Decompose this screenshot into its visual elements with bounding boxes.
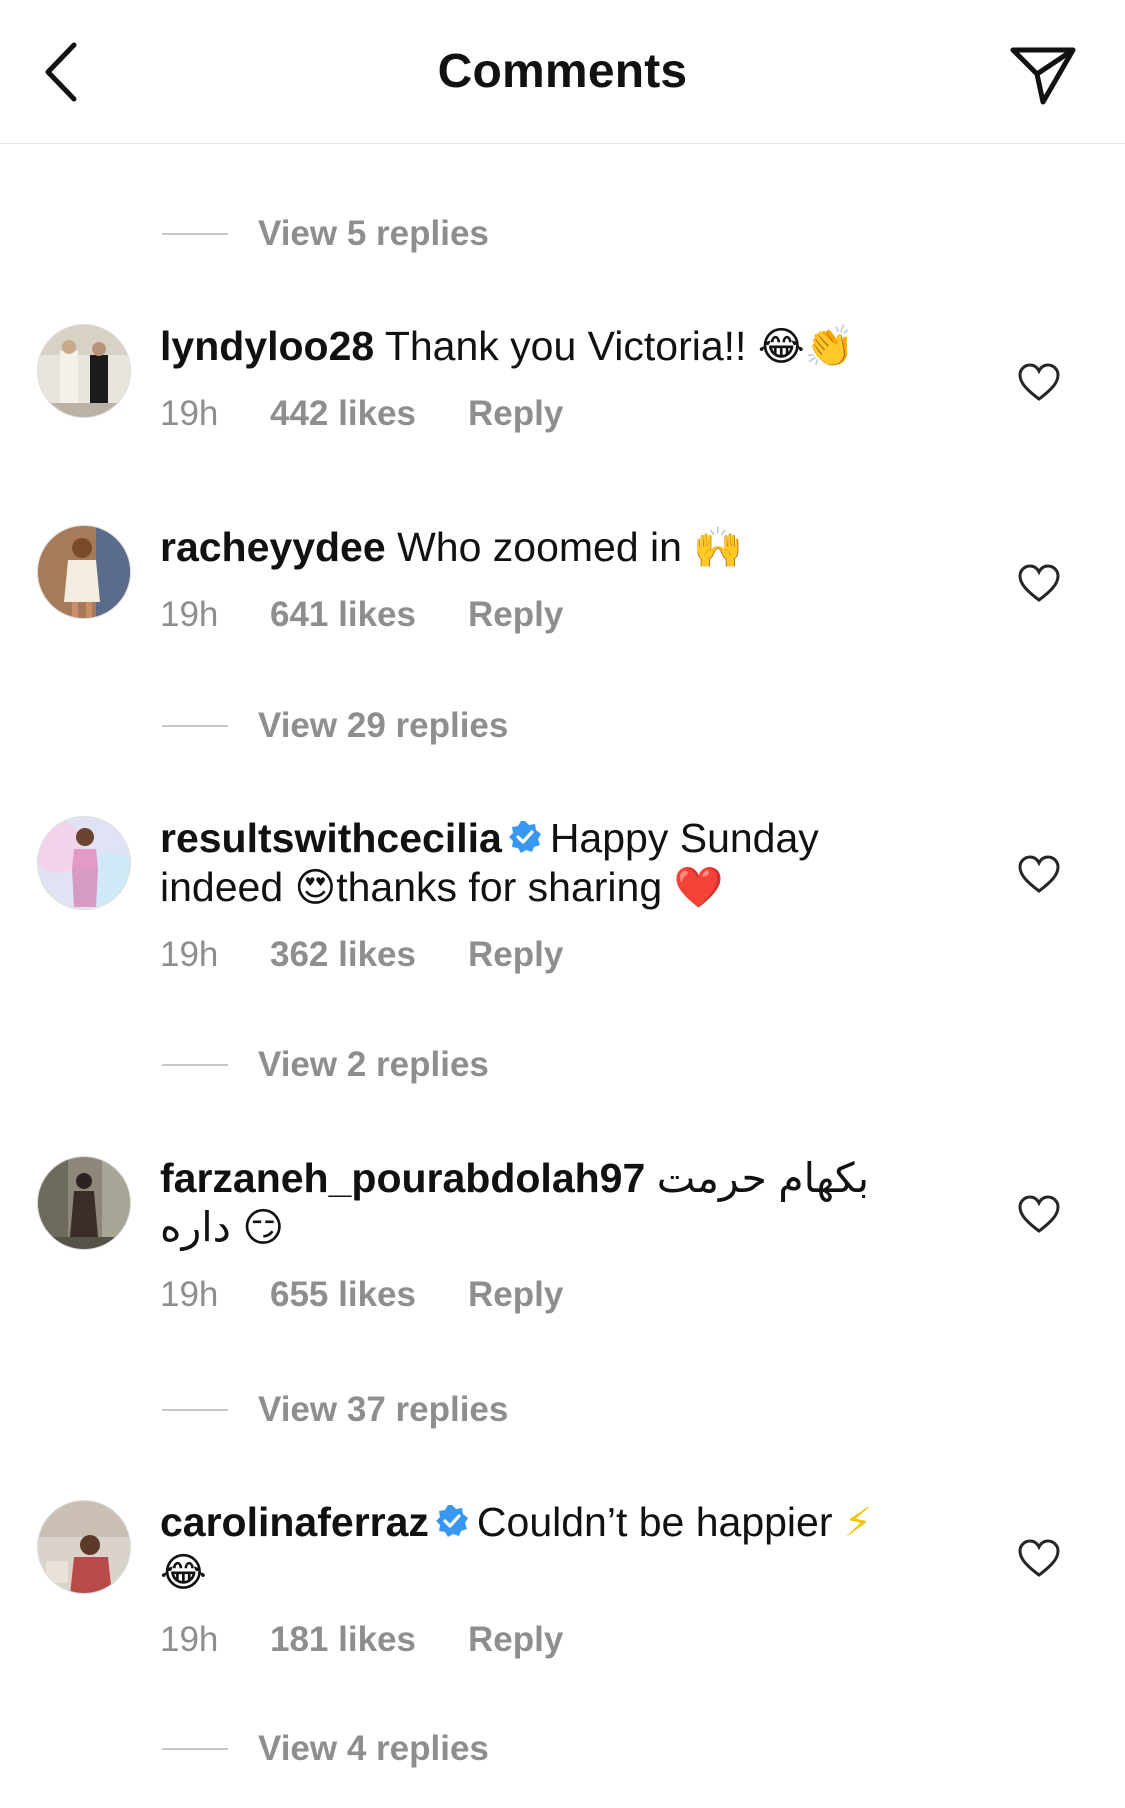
comment-text: resultswithcecilia Happy Sunday indeed 😍t…	[160, 814, 950, 913]
reply-button[interactable]: Reply	[468, 394, 563, 434]
comment-username[interactable]: lyndyloo28	[160, 323, 374, 369]
avatar-image	[38, 526, 130, 618]
view-replies-button[interactable]: View 37 replies	[162, 1385, 508, 1435]
comment-meta: 19h 641 likes Reply	[160, 595, 950, 635]
comment-username[interactable]: racheyydee	[160, 524, 386, 570]
comment-time: 19h	[160, 1275, 219, 1314]
comment-meta: 19h 655 likes Reply	[160, 1275, 950, 1315]
heart-outline-icon[interactable]	[1017, 563, 1061, 603]
comment-body: racheyydee Who zoomed in 🙌 19h 641 likes…	[160, 523, 950, 635]
heart-outline-icon[interactable]	[1017, 1538, 1061, 1578]
comment-text: lyndyloo28 Thank you Victoria!! 😂👏	[160, 322, 950, 372]
comment-meta: 19h 181 likes Reply	[160, 1620, 950, 1660]
comment-emoji: 😂	[160, 1550, 207, 1596]
view-replies-label: View 5 replies	[258, 214, 489, 253]
divider-line	[162, 1409, 228, 1411]
avatar-image	[38, 1157, 130, 1249]
comment-emoji: ⚡	[843, 1500, 872, 1546]
divider-line	[162, 1064, 228, 1066]
comment-emoji: 😍	[294, 865, 337, 911]
avatar-image	[38, 325, 130, 417]
divider-line	[162, 1748, 228, 1750]
avatar-image	[38, 1501, 130, 1593]
comment-time: 19h	[160, 595, 219, 634]
view-replies-button[interactable]: View 4 replies	[162, 1724, 489, 1774]
comment-body: farzaneh_pourabdolah97 بکهام حرمت داره 😏…	[160, 1154, 950, 1315]
comment-message: Who zoomed in	[397, 524, 682, 570]
divider-line	[162, 233, 228, 235]
reply-button[interactable]: Reply	[468, 595, 563, 635]
comment-meta: 19h 442 likes Reply	[160, 394, 950, 434]
comment-message: Thank you Victoria!!	[384, 323, 747, 369]
reply-button[interactable]: Reply	[468, 1275, 563, 1315]
view-replies-label: View 2 replies	[258, 1045, 489, 1084]
avatar-image	[38, 817, 130, 909]
comment-emoji: 😂👏	[757, 324, 855, 370]
avatar[interactable]	[37, 525, 131, 619]
verified-badge-icon	[508, 821, 541, 853]
comment-message: Couldn’t be happier	[476, 1499, 833, 1545]
view-replies-button[interactable]: View 2 replies	[162, 1040, 489, 1090]
view-replies-label: View 37 replies	[258, 1390, 509, 1429]
comment-emoji: 😏	[242, 1205, 285, 1251]
paper-plane-icon	[1010, 47, 1076, 105]
comment-time: 19h	[160, 1620, 219, 1659]
comment-body: resultswithcecilia Happy Sunday indeed 😍t…	[160, 814, 950, 975]
comment-username[interactable]: resultswithcecilia	[160, 815, 502, 861]
comment-meta: 19h 362 likes Reply	[160, 935, 950, 975]
comment-text: racheyydee Who zoomed in 🙌	[160, 523, 950, 573]
page-title: Comments	[437, 45, 688, 98]
comment-text: carolinaferraz Couldn’t be happier ⚡ 😂	[160, 1498, 950, 1598]
comment-body: carolinaferraz Couldn’t be happier ⚡ 😂 19…	[160, 1498, 950, 1660]
comment-likes[interactable]: 362 likes	[270, 935, 416, 975]
avatar[interactable]	[37, 324, 131, 418]
comment-likes[interactable]: 641 likes	[270, 595, 416, 635]
reply-button[interactable]: Reply	[468, 1620, 563, 1660]
comment-username[interactable]: farzaneh_pourabdolah97	[160, 1155, 645, 1201]
view-replies-button[interactable]: View 29 replies	[162, 701, 508, 751]
avatar[interactable]	[37, 816, 131, 910]
comment-likes[interactable]: 442 likes	[270, 394, 416, 434]
comment-message-continued: thanks for sharing	[336, 864, 663, 910]
divider-line	[162, 725, 228, 727]
comment-username[interactable]: carolinaferraz	[160, 1499, 429, 1545]
comment-text: farzaneh_pourabdolah97 بکهام حرمت داره 😏	[160, 1154, 950, 1253]
share-button[interactable]	[1003, 38, 1083, 112]
view-replies-button[interactable]: View 5 replies	[162, 209, 489, 259]
header-bar: Comments	[0, 0, 1125, 144]
comment-body: lyndyloo28 Thank you Victoria!! 😂👏 19h 4…	[160, 322, 950, 434]
view-replies-label: View 29 replies	[258, 706, 509, 745]
verified-badge-icon	[435, 1505, 468, 1537]
comment-likes[interactable]: 181 likes	[270, 1620, 416, 1660]
view-replies-label: View 4 replies	[258, 1729, 489, 1768]
heart-outline-icon[interactable]	[1017, 362, 1061, 402]
comment-emoji: ❤️	[673, 865, 724, 911]
comment-likes[interactable]: 655 likes	[270, 1275, 416, 1315]
comment-time: 19h	[160, 394, 219, 433]
avatar[interactable]	[37, 1156, 131, 1250]
reply-button[interactable]: Reply	[468, 935, 563, 975]
avatar[interactable]	[37, 1500, 131, 1594]
comment-time: 19h	[160, 935, 219, 974]
heart-outline-icon[interactable]	[1017, 854, 1061, 894]
comment-emoji: 🙌	[693, 525, 744, 571]
heart-outline-icon[interactable]	[1017, 1194, 1061, 1234]
